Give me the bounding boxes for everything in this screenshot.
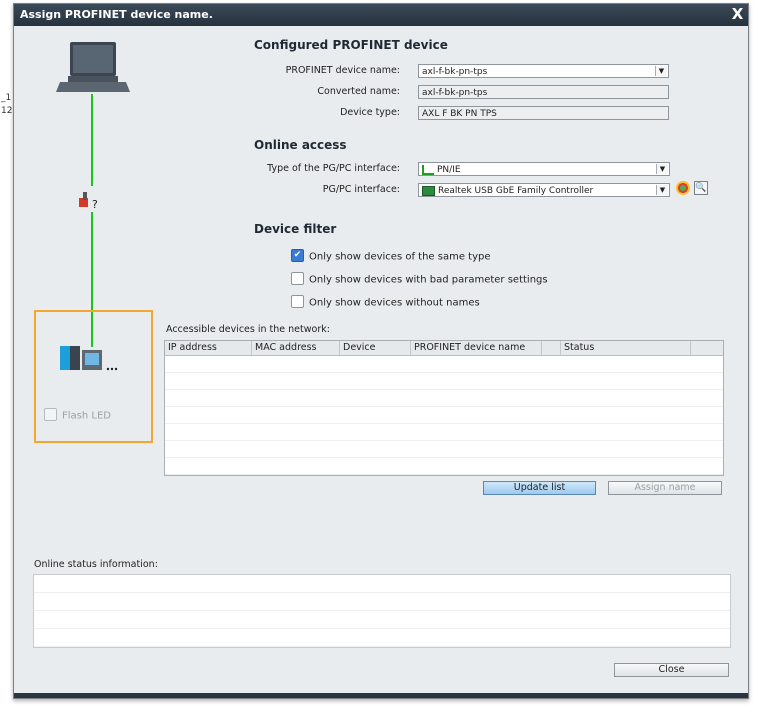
interface-type-value: PN/IE: [437, 165, 461, 175]
device-name-label: PROFINET device name:: [285, 65, 400, 76]
column-header-spacer: [542, 341, 561, 355]
svg-text:?: ?: [92, 198, 98, 211]
dialog-title: Assign PROFINET device name.: [20, 8, 213, 21]
flash-led-label: Flash LED: [62, 410, 111, 422]
checkbox-checked-icon[interactable]: ✔: [291, 249, 304, 262]
dialog-bottom-edge: [14, 693, 748, 698]
online-status-label: Online status information:: [34, 559, 158, 570]
interface-value: Realtek USB GbE Family Controller: [438, 186, 594, 196]
update-list-button[interactable]: Update list: [483, 481, 596, 495]
configured-device-heading: Configured PROFINET device: [254, 38, 448, 52]
title-bar: Assign PROFINET device name. X: [14, 4, 748, 26]
device-name-dropdown[interactable]: axl-f-bk-pn-tps ▼: [418, 64, 669, 78]
assign-name-button[interactable]: Assign name: [608, 481, 722, 495]
table-row[interactable]: [165, 356, 723, 373]
table-row[interactable]: [165, 407, 723, 424]
device-filter-heading: Device filter: [254, 222, 337, 236]
column-header-status[interactable]: Status: [561, 341, 691, 355]
table-row[interactable]: [165, 458, 723, 475]
search-icon[interactable]: 🔍: [694, 181, 708, 195]
flash-led-checkbox[interactable]: Flash LED: [44, 408, 111, 422]
assign-name-dialog: Assign PROFINET device name. X ? Flash L…: [13, 3, 749, 699]
filter-bad-params-label: Only show devices with bad parameter set…: [309, 274, 548, 286]
accessible-devices-label: Accessible devices in the network:: [166, 324, 330, 335]
target-device-box: Flash LED: [34, 310, 153, 443]
close-window-button[interactable]: X: [729, 6, 746, 23]
background-fragment: _1: [1, 93, 12, 103]
table-row[interactable]: [165, 373, 723, 390]
column-header-profinet-name[interactable]: PROFINET device name: [411, 341, 542, 355]
online-access-heading: Online access: [254, 138, 347, 152]
filter-without-names-label: Only show devices without names: [309, 297, 480, 309]
interface-label: PG/PC interface:: [322, 184, 400, 195]
network-card-icon: [422, 185, 435, 196]
filter-same-type-checkbox[interactable]: ✔ Only show devices of the same type: [291, 249, 491, 263]
network-connection-line: [91, 94, 93, 186]
table-row[interactable]: [165, 441, 723, 458]
converted-name-label: Converted name:: [317, 86, 400, 97]
column-header-device[interactable]: Device: [340, 341, 411, 355]
device-type-label: Device type:: [340, 107, 400, 118]
accessible-devices-table[interactable]: IP address MAC address Device PROFINET d…: [164, 340, 724, 476]
table-row[interactable]: [165, 390, 723, 407]
diagnostics-icon[interactable]: [676, 181, 690, 195]
online-status-area: [33, 574, 731, 648]
chevron-down-icon[interactable]: ▼: [655, 66, 667, 76]
interface-type-dropdown[interactable]: PN/IE ▼: [418, 162, 670, 176]
io-device-icon: [60, 346, 118, 371]
device-type-field: AXL F BK PN TPS: [418, 106, 669, 120]
filter-without-names-checkbox[interactable]: Only show devices without names: [291, 295, 480, 309]
checkbox-unchecked-icon[interactable]: [291, 272, 304, 285]
table-row[interactable]: [165, 424, 723, 441]
column-header-mac[interactable]: MAC address: [252, 341, 340, 355]
filter-same-type-label: Only show devices of the same type: [309, 251, 491, 263]
interface-type-label: Type of the PG/PC interface:: [267, 163, 400, 174]
checkbox-unchecked-icon[interactable]: [291, 295, 304, 308]
interface-dropdown[interactable]: Realtek USB GbE Family Controller ▼: [418, 183, 670, 197]
table-header: IP address MAC address Device PROFINET d…: [165, 341, 723, 356]
chevron-down-icon[interactable]: ▼: [656, 164, 668, 174]
converted-name-field: axl-f-bk-pn-tps: [418, 85, 669, 99]
close-button[interactable]: Close: [614, 663, 729, 677]
column-header-ip[interactable]: IP address: [165, 341, 252, 355]
network-icon: [422, 164, 434, 175]
filter-bad-params-checkbox[interactable]: Only show devices with bad parameter set…: [291, 272, 548, 286]
device-name-value: axl-f-bk-pn-tps: [422, 67, 488, 77]
flash-led-checkbox-box[interactable]: [44, 408, 57, 421]
pg-pc-computer-icon: [56, 42, 130, 92]
background-fragment: 12: [1, 106, 13, 116]
chevron-down-icon[interactable]: ▼: [656, 185, 668, 195]
